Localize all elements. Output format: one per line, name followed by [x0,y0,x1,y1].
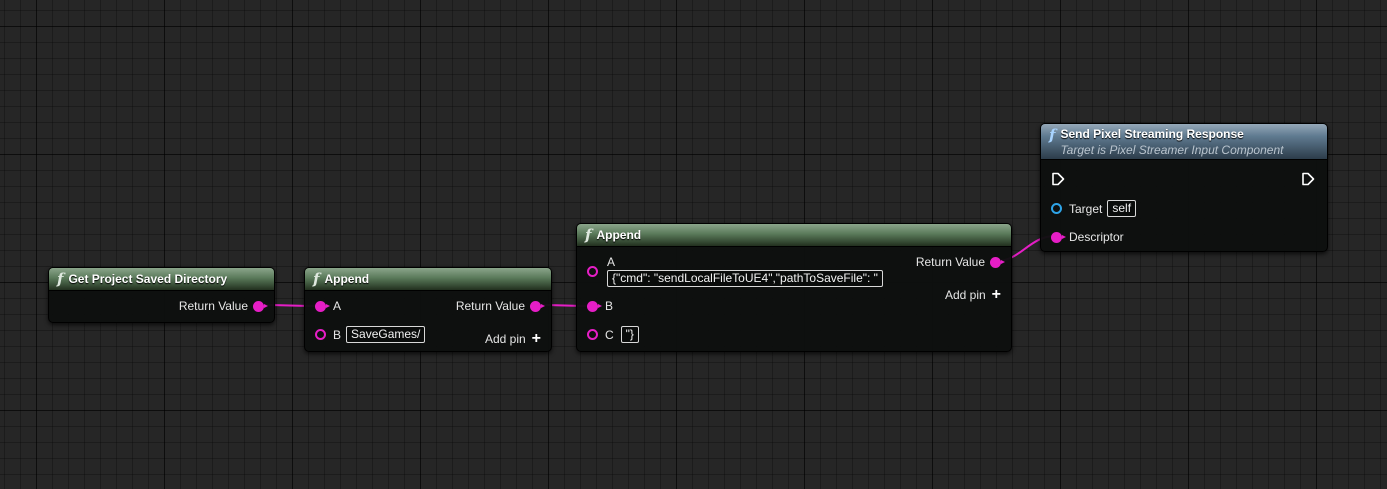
node-title: Append [596,228,642,242]
target-value-field[interactable]: self [1107,200,1137,217]
pin-label: Return Value [455,299,525,313]
input-pin-c[interactable]: C "} [587,326,639,343]
pin-a-value-field[interactable]: {"cmd": "sendLocalFileToUE4","pathToSave… [607,270,883,287]
add-pin-button[interactable]: Add pin + [944,286,1001,303]
node-header[interactable]: f Append [305,268,551,291]
exec-input-pin-icon[interactable] [1051,172,1065,186]
pin-label: C [605,327,614,342]
pin-label: Target [1069,201,1103,216]
node-append-1[interactable]: f Append A Return Value B SaveGames/ Add… [304,267,552,352]
add-pin-label: Add pin [484,332,526,346]
node-header[interactable]: f Get Project Saved Directory [49,268,274,291]
node-subtitle: Target is Pixel Streamer Input Component [1060,143,1284,157]
output-return-value[interactable]: Return Value [455,299,545,313]
add-pin-button[interactable]: Add pin + [484,330,541,347]
function-icon: f [585,226,592,244]
plus-icon: + [531,330,541,347]
input-pin-target[interactable]: Target self [1051,200,1137,217]
pin-label: Return Value [178,299,248,313]
string-pin-icon[interactable] [587,329,598,340]
pin-b-value-field[interactable]: SaveGames/ [346,326,426,343]
string-pin-icon[interactable] [587,266,598,277]
input-pin-a[interactable]: A {"cmd": "sendLocalFileToUE4","pathToSa… [587,256,883,287]
add-pin-label: Add pin [944,288,986,302]
output-return-value[interactable]: Return Value [915,255,1005,269]
function-icon: f [313,270,320,288]
node-append-2[interactable]: f Append A {"cmd": "sendLocalFileToUE4",… [576,223,1012,352]
node-header[interactable]: f Send Pixel Streaming Response Target i… [1041,124,1327,160]
pin-c-value-field[interactable]: "} [620,326,639,343]
node-header[interactable]: f Append [577,224,1011,247]
pin-label: A [607,255,616,269]
function-icon: f [1049,126,1056,144]
object-pin-icon[interactable] [1051,203,1062,214]
pin-label: B [333,327,342,342]
pin-label: Return Value [915,255,985,269]
plus-icon: + [991,286,1001,303]
pin-label: A [333,299,342,313]
string-pin-icon[interactable] [253,300,268,312]
string-pin-icon[interactable] [990,256,1005,268]
string-pin-icon[interactable] [1051,231,1066,243]
string-pin-icon[interactable] [530,300,545,312]
node-title: Get Project Saved Directory [68,272,228,286]
pin-label: B [605,299,614,313]
function-icon: f [57,270,64,288]
output-return-value[interactable]: Return Value [178,299,268,313]
input-pin-b[interactable]: B SaveGames/ [315,326,426,343]
string-pin-icon[interactable] [315,329,326,340]
input-pin-a[interactable]: A [315,299,341,313]
input-pin-b[interactable]: B [587,299,613,313]
input-pin-descriptor[interactable]: Descriptor [1051,230,1124,244]
node-title: Append [324,272,370,286]
string-pin-icon[interactable] [315,300,330,312]
node-title: Send Pixel Streaming Response [1060,127,1244,141]
node-get-project-saved-directory[interactable]: f Get Project Saved Directory Return Val… [48,267,275,323]
exec-output-pin-icon[interactable] [1301,172,1315,186]
string-pin-icon[interactable] [587,300,602,312]
pin-label: Descriptor [1069,230,1124,244]
node-send-pixel-streaming-response[interactable]: f Send Pixel Streaming Response Target i… [1040,123,1328,252]
